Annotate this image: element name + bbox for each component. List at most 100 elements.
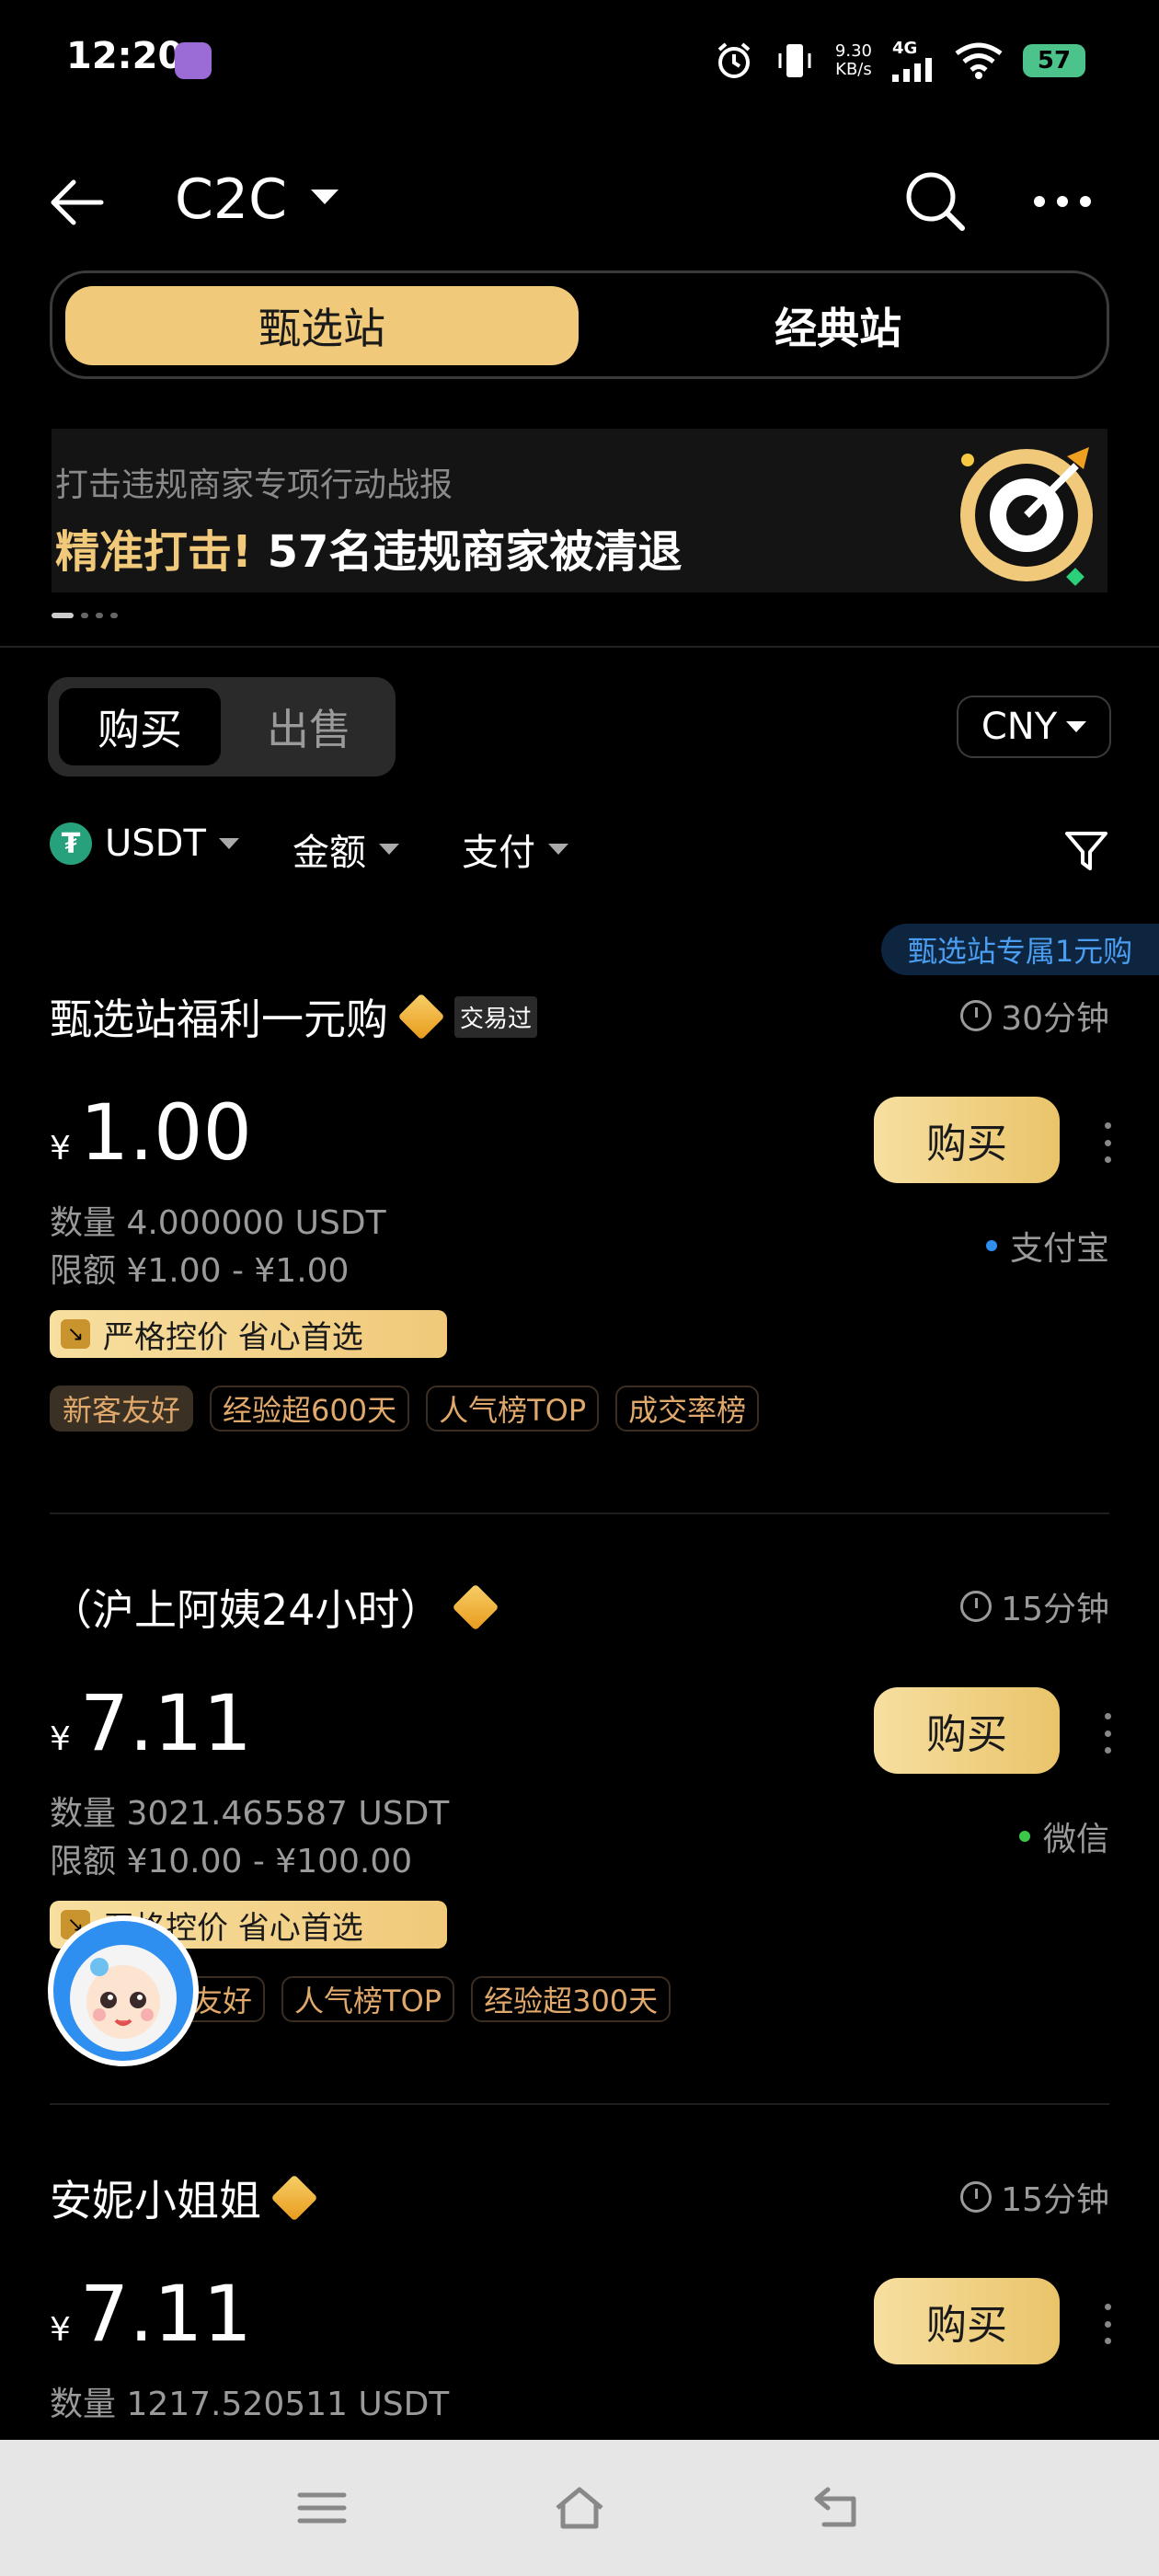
payment-filter[interactable]: 支付 (462, 822, 568, 876)
net-speed-value: 9.30 (834, 40, 872, 61)
divider (0, 646, 1159, 648)
timer-text: 30分钟 (1001, 1000, 1109, 1038)
alarm-icon (717, 41, 751, 78)
trade-tabs: 购买 出售 (48, 677, 396, 776)
payment-dot (1018, 1831, 1030, 1842)
menu-icon[interactable] (294, 2482, 350, 2534)
system-nav-bar (0, 2440, 1159, 2576)
caret-down-icon (548, 844, 568, 855)
currency-symbol: ¥ (50, 1130, 71, 1167)
pagination-dot (110, 613, 118, 618)
asset-filter[interactable]: ₮ USDT (50, 822, 239, 865)
caret-down-icon (218, 838, 239, 849)
caret-down-icon (379, 844, 399, 855)
tab-classic-station[interactable]: 经典站 (581, 286, 1095, 365)
banner-headline-text: 57名违规商家被清退 (267, 526, 683, 578)
net-speed: 9.30 KB/s (834, 40, 872, 79)
battery-icon: 57 (1023, 43, 1085, 77)
price: ¥ 7.11 (50, 1678, 252, 1768)
payment-label: 微信 (1042, 1821, 1109, 1858)
floating-assistant-avatar[interactable] (48, 1915, 199, 2066)
status-icons: 9.30 KB/s 4G 57 (714, 39, 1085, 82)
signal: 4G (892, 39, 935, 82)
diamond-icon (397, 993, 445, 1041)
price-value: 7.11 (79, 2269, 252, 2359)
currency-label: CNY (981, 706, 1058, 748)
tab-selected-station[interactable]: 甄选站 (65, 286, 579, 365)
home-icon[interactable] (552, 2482, 607, 2534)
price: ¥ 1.00 (50, 1087, 252, 1178)
buy-button[interactable]: 购买 (874, 1687, 1060, 1774)
merchant-name-text: 安妮小姐姐 (50, 2176, 261, 2225)
currency-symbol: ¥ (50, 2311, 71, 2349)
pagination-dot (96, 613, 103, 618)
page-title[interactable]: C2C (175, 167, 287, 232)
price-value: 7.11 (79, 1678, 252, 1768)
badge: 人气榜TOP (281, 1976, 455, 2022)
banner-highlight: 精准打击! (55, 526, 252, 578)
buy-button[interactable]: 购买 (874, 1097, 1060, 1183)
net-speed-unit: KB/s (835, 59, 872, 79)
search-icon[interactable] (903, 169, 968, 234)
badge: 新客友好 (50, 1386, 194, 1432)
more-icon[interactable] (1030, 188, 1095, 215)
pagination-dot (81, 613, 88, 618)
amount-filter[interactable]: 金额 (293, 822, 399, 876)
assistant-face-icon (70, 1945, 177, 2052)
caret-down-icon[interactable] (311, 190, 339, 204)
status-time: 12:20 (66, 35, 184, 77)
payment-timer: 15分钟 (960, 1582, 1109, 1630)
network-type: 4G (892, 39, 918, 58)
station-tabs: 甄选站 经典站 (50, 270, 1109, 379)
pagination-dot (52, 613, 74, 618)
currency-symbol: ¥ (50, 1720, 71, 1758)
banner-pagination (52, 613, 118, 618)
promo-tag: 甄选站专属1元购 (881, 924, 1159, 975)
badge: 人气榜TOP (426, 1386, 600, 1432)
badge: 经验超600天 (210, 1386, 410, 1432)
quantity: 数量 1217.520511 USDT (50, 2386, 450, 2423)
diamond-icon (452, 1583, 499, 1631)
price: ¥ 7.11 (50, 2269, 252, 2359)
tab-sell[interactable]: 出售 (228, 688, 390, 765)
strict-price-banner: ↘ 严格控价 省心首选 (50, 1310, 447, 1358)
back-icon[interactable] (809, 2482, 865, 2534)
merchant-name[interactable]: （沪上阿姨24小时） (50, 1577, 499, 1638)
listing-card: 安妮小姐姐 15分钟 ¥ 7.11 数量 1217.520511 USDT 购买 (0, 2168, 1159, 2440)
payment-label: 支付宝 (1009, 1230, 1109, 1268)
quantity: 数量 4.000000 USDT (50, 1204, 386, 1242)
quantity: 数量 3021.465587 USDT (50, 1795, 450, 1833)
payment-method: 支付宝 (985, 1222, 1109, 1270)
merchant-name[interactable]: 安妮小姐姐 (50, 2168, 318, 2228)
app-icon (175, 42, 212, 79)
currency-selector[interactable]: CNY (957, 696, 1111, 758)
payment-dot (985, 1240, 997, 1251)
strict-price-text: 严格控价 省心首选 (103, 1318, 363, 1356)
kebab-menu-icon[interactable] (1102, 2304, 1113, 2344)
filter-icon[interactable] (1063, 828, 1109, 874)
wifi-icon (955, 42, 1003, 79)
badge: 成交率榜 (615, 1386, 760, 1432)
timer-icon (960, 1000, 993, 1031)
kebab-menu-icon[interactable] (1102, 1122, 1113, 1163)
merchant-name[interactable]: 甄选站福利一元购 交易过 (50, 986, 538, 1047)
tab-buy[interactable]: 购买 (59, 688, 221, 765)
vibrate-icon (778, 43, 811, 77)
promo-banner[interactable]: 打击违规商家专项行动战报 精准打击! 57名违规商家被清退 (52, 429, 1107, 592)
payment-method: 微信 (1018, 1812, 1109, 1860)
buy-button[interactable]: 购买 (874, 2278, 1060, 2364)
listing-card: （沪上阿姨24小时） 15分钟 ¥ 7.11 数量 3021.465587 US… (0, 1577, 1159, 2166)
timer-icon (960, 1591, 993, 1622)
banner-subtitle: 打击违规商家专项行动战报 (55, 466, 453, 504)
arrow-icon: ↘ (61, 1319, 90, 1349)
timer-icon (960, 2181, 993, 2213)
traded-badge: 交易过 (454, 995, 538, 1038)
badge-row: 新客友好 经验超600天 人气榜TOP 成交率榜 (50, 1386, 760, 1432)
usdt-icon: ₮ (50, 822, 92, 865)
caret-down-icon (1066, 721, 1087, 732)
listing-card: 甄选站福利一元购 交易过 30分钟 ¥ 1.00 数量 4.000000 USD… (0, 986, 1159, 1575)
back-arrow-icon[interactable] (48, 175, 107, 230)
kebab-menu-icon[interactable] (1102, 1713, 1113, 1754)
divider (50, 1512, 1109, 1514)
signal-icon (892, 58, 932, 82)
